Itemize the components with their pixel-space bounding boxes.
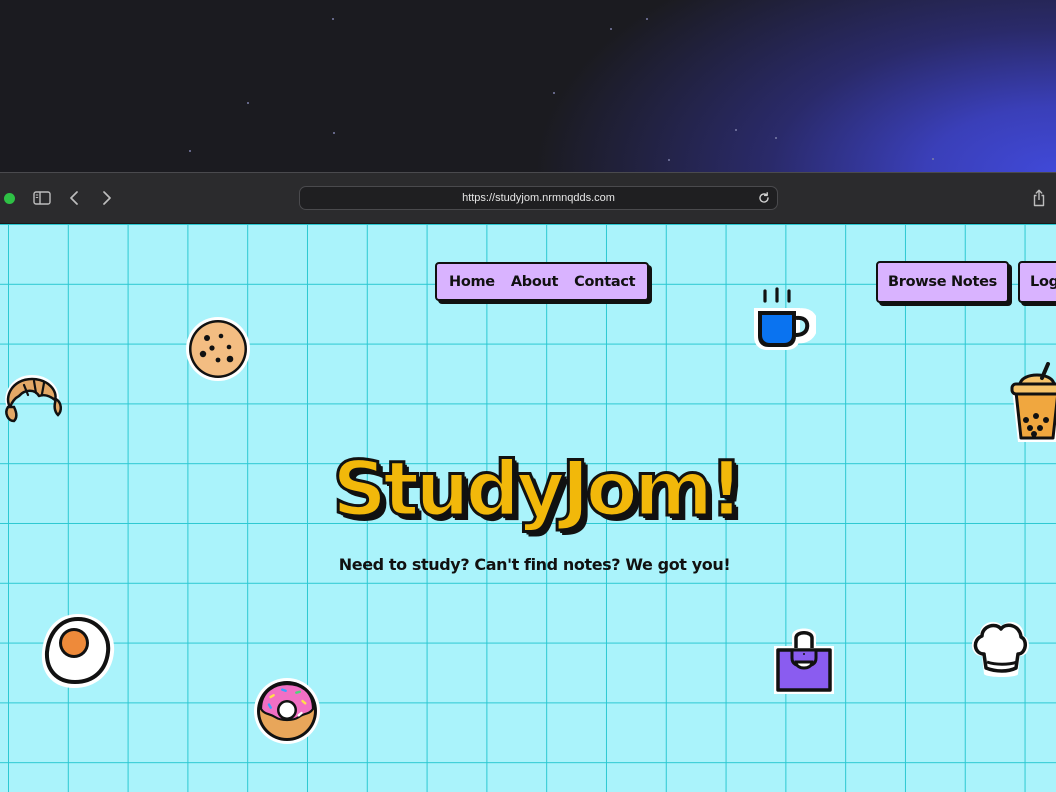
- fried-egg-icon: [41, 614, 115, 688]
- coffee-mug-icon: [754, 287, 816, 350]
- hero-title: StudyJom!: [331, 443, 745, 535]
- sidebar-icon[interactable]: [31, 187, 53, 209]
- reload-icon[interactable]: [757, 191, 771, 205]
- url-text: https://studyjom.nrmnqdds.com: [462, 192, 615, 204]
- chevron-right-icon[interactable]: [96, 187, 118, 209]
- nav-link-contact[interactable]: Contact: [574, 274, 635, 290]
- nav-link-about[interactable]: About: [511, 274, 559, 290]
- bubble-tea-icon: [1010, 362, 1056, 442]
- address-bar[interactable]: https://studyjom.nrmnqdds.com: [299, 186, 778, 210]
- main-nav: Home About Contact: [435, 262, 650, 301]
- share-icon[interactable]: [1028, 187, 1050, 209]
- donut-icon: [254, 678, 320, 744]
- login-button[interactable]: Log: [1018, 261, 1056, 303]
- browse-notes-button[interactable]: Browse Notes: [876, 261, 1009, 303]
- hero-subtitle: Need to study? Can't find notes? We got …: [338, 555, 731, 574]
- page-viewport: Home About Contact Browse Notes Log Stud…: [0, 224, 1056, 792]
- nav-link-home[interactable]: Home: [449, 274, 495, 290]
- croissant-icon: [5, 375, 62, 423]
- window-zoom-button[interactable]: [4, 193, 15, 204]
- browser-toolbar: https://studyjom.nrmnqdds.com: [0, 172, 1056, 224]
- chef-hat-icon: [971, 621, 1029, 677]
- apron-icon: [774, 628, 834, 694]
- chevron-left-icon[interactable]: [63, 187, 85, 209]
- cookie-icon: [186, 317, 250, 381]
- desktop-wallpaper: [0, 0, 1056, 172]
